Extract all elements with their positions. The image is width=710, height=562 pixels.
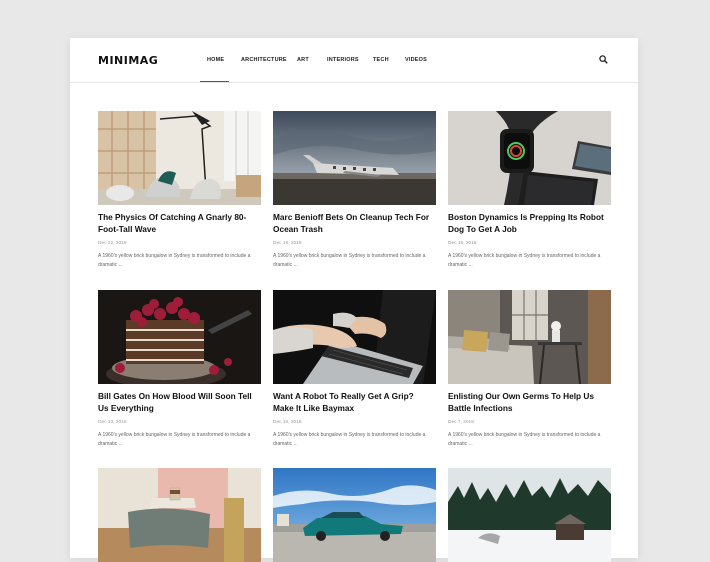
post-card[interactable]: Enlisting Our Own Germs To Help Us Battl… xyxy=(448,290,611,448)
nav-item-interiors[interactable]: INTERIORS xyxy=(327,57,359,63)
post-image-smartwatch[interactable] xyxy=(448,111,611,205)
post-title[interactable]: The Physics Of Catching A Gnarly 80-Foot… xyxy=(98,211,261,235)
post-title[interactable]: Enlisting Our Own Germs To Help Us Battl… xyxy=(448,390,611,414)
page-card: MINIMAG HOME ARCHITECTURE ART INTERIORS … xyxy=(70,38,638,562)
post-title[interactable]: Bill Gates On How Blood Will Soon Tell U… xyxy=(98,390,261,414)
post-date: Dec 16, 2018 xyxy=(448,241,477,246)
post-date: Dec 13, 2018 xyxy=(98,420,127,425)
post-excerpt: A 1960's yellow brick bungalow in Sydney… xyxy=(273,432,426,447)
post-image-laptop[interactable] xyxy=(273,290,436,384)
post-date: Dec 10, 2018 xyxy=(273,420,302,425)
nav-item-architecture[interactable]: ARCHITECTURE xyxy=(241,57,287,63)
nav-active-indicator xyxy=(200,81,229,82)
nav-item-art[interactable]: ART xyxy=(297,57,309,63)
post-excerpt: A 1960's yellow brick bungalow in Sydney… xyxy=(448,253,601,268)
post-excerpt: A 1960's yellow brick bungalow in Sydney… xyxy=(98,432,251,447)
post-image-living-room[interactable] xyxy=(448,290,611,384)
nav-item-tech[interactable]: TECH xyxy=(373,57,389,63)
post-card[interactable]: Boston Dynamics Is Prepping Its Robot Do… xyxy=(448,111,611,269)
post-title[interactable]: Marc Benioff Bets On Cleanup Tech For Oc… xyxy=(273,211,436,235)
post-card[interactable]: Bill Gates On How Blood Will Soon Tell U… xyxy=(98,290,261,448)
post-excerpt: A 1960's yellow brick bungalow in Sydney… xyxy=(273,253,426,268)
site-header: MINIMAG HOME ARCHITECTURE ART INTERIORS … xyxy=(70,38,638,83)
post-image-cake[interactable] xyxy=(98,290,261,384)
post-date: Dec 22, 2018 xyxy=(98,241,127,246)
post-title[interactable]: Want A Robot To Really Get A Grip? Make … xyxy=(273,390,436,414)
post-date: Dec 19, 2018 xyxy=(273,241,302,246)
post-image-interior[interactable] xyxy=(98,111,261,205)
post-excerpt: A 1960's yellow brick bungalow in Sydney… xyxy=(98,253,251,268)
post-excerpt: A 1960's yellow brick bungalow in Sydney… xyxy=(448,432,601,447)
post-card[interactable]: Marc Benioff Bets On Cleanup Tech For Oc… xyxy=(273,111,436,269)
post-card[interactable]: Want A Robot To Really Get A Grip? Make … xyxy=(273,290,436,448)
post-title[interactable]: Boston Dynamics Is Prepping Its Robot Do… xyxy=(448,211,611,235)
site-logo[interactable]: MINIMAG xyxy=(98,54,158,67)
post-date: Dec 7, 2018 xyxy=(448,420,474,425)
post-card[interactable]: The Physics Of Catching A Gnarly 80-Foot… xyxy=(98,111,261,269)
nav-item-home[interactable]: HOME xyxy=(207,57,224,63)
nav-item-videos[interactable]: VIDEOS xyxy=(405,57,427,63)
search-icon[interactable] xyxy=(599,55,608,64)
post-image-plane-wreck[interactable] xyxy=(273,111,436,205)
